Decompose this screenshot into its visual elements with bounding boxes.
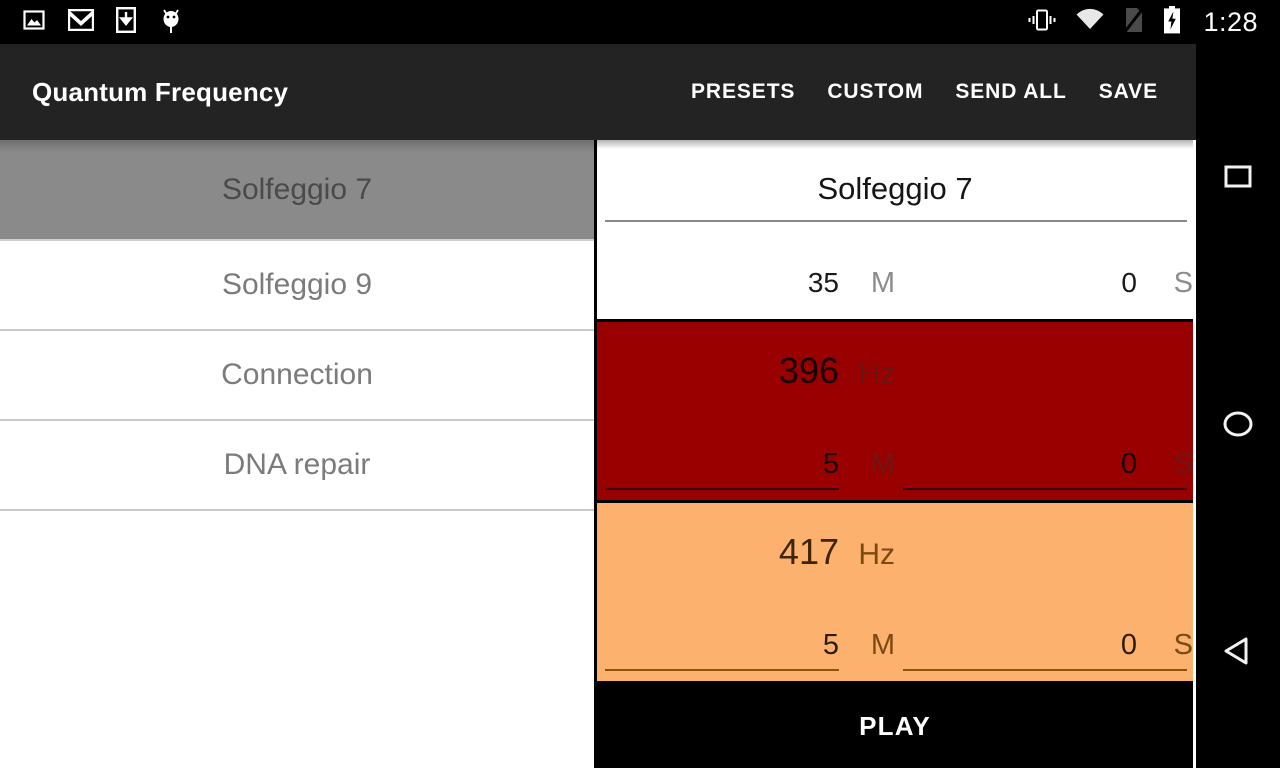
tone-minutes-value[interactable]: 5 [597, 628, 839, 663]
total-minutes-unit-label: M [870, 266, 895, 299]
preset-list-item-connection[interactable]: Connection [0, 331, 594, 421]
play-button-label: PLAY [859, 710, 931, 741]
tone-minutes-value[interactable]: 5 [597, 447, 839, 482]
total-duration-row: 35 M 0 S [597, 248, 1193, 318]
tone-duration-line: 5 M 0 S [597, 447, 1193, 482]
preset-header: Solfeggio 7 35 M 0 S [597, 140, 1193, 322]
preset-name-underline [605, 220, 1187, 222]
tone-frequency-value[interactable]: 417 [597, 529, 839, 574]
tone-row-417[interactable]: 417 Hz 5 M 0 S [597, 503, 1193, 684]
status-bar: 1:28 [0, 0, 1280, 44]
tone-seconds-underline [903, 488, 1187, 490]
tone-seconds-value[interactable]: 0 [895, 628, 1137, 663]
gmail-icon [67, 8, 95, 36]
preset-list-item-solfeggio-7[interactable]: Solfeggio 7 [0, 140, 594, 241]
preset-name-field[interactable]: Solfeggio 7 [597, 140, 1193, 206]
main-content: Solfeggio 7 Solfeggio 9 Connection DNA r… [0, 140, 1196, 768]
android-bug-icon [158, 6, 184, 39]
play-button[interactable]: PLAY [597, 684, 1193, 768]
tone-frequency-unit-label: Hz [858, 538, 895, 571]
app-title: Quantum Frequency [32, 76, 289, 107]
preset-list: Solfeggio 7 Solfeggio 9 Connection DNA r… [0, 140, 597, 768]
tone-minutes-underline [605, 488, 839, 490]
tone-duration-line: 5 M 0 S [597, 628, 1193, 663]
action-bar-actions: PRESETS CUSTOM SEND ALL SAVE [675, 80, 1196, 104]
status-bar-left-icons [0, 6, 184, 39]
back-icon [1221, 634, 1255, 673]
vibrate-icon [1027, 8, 1057, 37]
total-seconds-unit-label: S [1173, 266, 1193, 299]
status-bar-right-icons: 1:28 [1027, 5, 1280, 39]
wifi-icon [1075, 8, 1105, 37]
status-bar-clock: 1:28 [1203, 6, 1258, 37]
preset-list-item-dna-repair[interactable]: DNA repair [0, 421, 594, 511]
tone-seconds-unit-label: S [1173, 448, 1193, 481]
back-button[interactable] [1196, 538, 1280, 768]
tone-row-396[interactable]: 396 Hz 5 M 0 S [597, 322, 1193, 503]
home-button[interactable] [1196, 314, 1280, 538]
tone-frequency-line: 417 Hz [597, 503, 1193, 574]
total-seconds-value: 0 [1121, 267, 1137, 298]
recents-button[interactable] [1196, 44, 1280, 314]
preset-list-item-label: Solfeggio 9 [221, 268, 373, 301]
battery-charging-icon [1163, 5, 1181, 39]
tone-frequency-line: 396 Hz [597, 322, 1193, 393]
app-screen: 1:28 Quantum Frequency PRESETS CUSTOM SE… [0, 0, 1280, 768]
tone-seconds-unit-label: S [1173, 629, 1193, 662]
save-button[interactable]: SAVE [1083, 80, 1174, 104]
tone-minutes-unit-label: M [870, 448, 895, 481]
preset-list-item-solfeggio-9[interactable]: Solfeggio 9 [0, 241, 594, 331]
home-icon [1220, 408, 1256, 445]
send-all-button[interactable]: SEND ALL [939, 80, 1082, 104]
tone-minutes-unit-label: M [870, 629, 895, 662]
total-minutes-value: 35 [807, 267, 839, 298]
action-bar: Quantum Frequency PRESETS CUSTOM SEND AL… [0, 44, 1196, 140]
tone-frequency-value[interactable]: 396 [597, 348, 839, 393]
tone-frequency-unit-label: Hz [858, 357, 895, 390]
tone-minutes-underline [605, 669, 839, 671]
presets-button[interactable]: PRESETS [675, 80, 811, 104]
image-icon [22, 8, 46, 37]
preset-list-item-label: DNA repair [223, 448, 371, 481]
tone-seconds-value[interactable]: 0 [895, 447, 1137, 482]
preset-list-item-label: Connection [221, 358, 373, 391]
download-icon [116, 6, 137, 38]
no-sim-icon [1123, 5, 1146, 39]
preset-detail-panel: Solfeggio 7 35 M 0 S 396 Hz 5 M 0 S 417 … [597, 140, 1193, 768]
recents-icon [1222, 161, 1254, 198]
tone-seconds-underline [903, 669, 1187, 671]
custom-button[interactable]: CUSTOM [811, 80, 939, 104]
system-navigation-bar [1196, 44, 1280, 768]
preset-list-item-label: Solfeggio 7 [221, 172, 373, 206]
